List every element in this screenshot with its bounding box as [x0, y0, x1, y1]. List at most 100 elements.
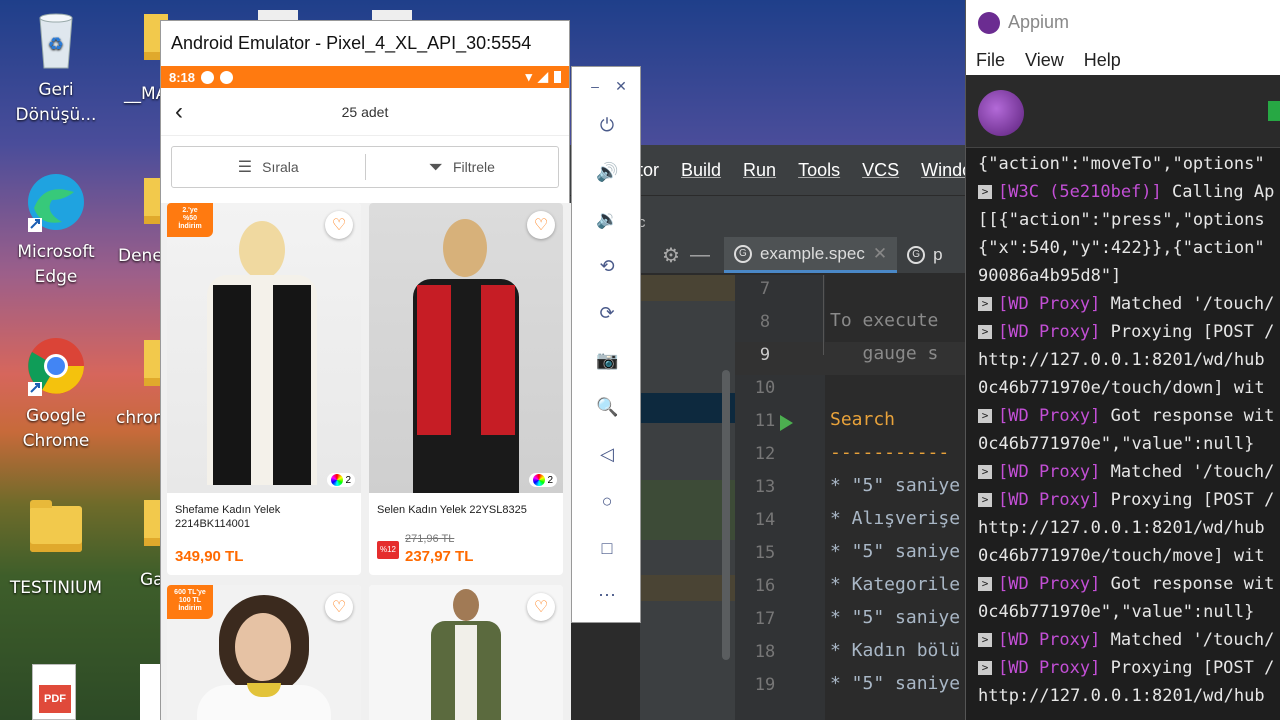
desktop-icon-label[interactable]: Dene [118, 246, 163, 266]
log-tag: [WD Proxy] [998, 406, 1101, 426]
scrollbar[interactable] [722, 370, 730, 660]
terminal-prompt-icon: > [978, 185, 992, 199]
log-text: Matched '/touch/ [1100, 462, 1275, 482]
menu-run[interactable]: Run [743, 160, 776, 181]
code-line[interactable]: * "5" saniye [830, 673, 960, 694]
code-line[interactable]: * Kategorile [830, 574, 960, 595]
filter-button[interactable]: ⏷ Filtrele [366, 157, 559, 178]
promo-badge: 2.'ye %50 İndirim [167, 203, 213, 237]
close-icon[interactable]: ✕ [610, 75, 632, 97]
log-text: 0c46b771970e","value":null} [978, 434, 1255, 454]
menu-help[interactable]: Help [1084, 50, 1121, 71]
tab-example-spec[interactable]: G example.spec ✕ [723, 237, 898, 273]
code-line[interactable]: * Kadın bölü [830, 640, 960, 661]
desktop-icon-label: Google Chrome [22, 406, 90, 451]
edge-icon [24, 170, 88, 234]
tab-label: p [933, 245, 943, 264]
app-bar: ‹ 25 adet [161, 88, 569, 136]
log-text: 90086a4b95d8"] [978, 266, 1122, 286]
terminal-prompt-icon: > [978, 661, 992, 675]
desktop-icon-testinium[interactable]: TESTINIUM [6, 496, 106, 601]
rotate-right-icon[interactable]: ⟳ [596, 302, 618, 324]
pdf-icon[interactable]: PDF [32, 664, 76, 720]
log-tag: [WD Proxy] [998, 490, 1101, 510]
desktop-icon-edge[interactable]: Microsoft Edge [6, 170, 106, 290]
favorite-heart-icon[interactable]: ♡ [527, 211, 555, 239]
product-card[interactable]: 2.'ye %50 İndirim ♡ 2 Shefame Kadın Yele… [167, 203, 361, 575]
desktop-icon-label: Microsoft Edge [17, 242, 95, 287]
log-text: Proxying [POST / [1100, 322, 1275, 342]
list-icon: ☰ [237, 159, 253, 176]
code-line[interactable]: * "5" saniye [830, 607, 960, 628]
log-line: > [WD Proxy] Proxying [POST / [966, 654, 1280, 682]
code-line[interactable]: To execute [830, 310, 949, 331]
sort-button[interactable]: ☰ Sırala [172, 157, 365, 177]
code-line[interactable]: Search [830, 409, 895, 430]
emulator-title: Android Emulator - Pixel_4_XL_API_30:555… [171, 33, 532, 53]
emulator-controls-panel: – ✕ ⏻ 🔊 🔉 ⟲ ⟳ 📷 🔍 ◁ ○ □ ⋯ [571, 66, 641, 623]
log-line: 90086a4b95d8"] [966, 262, 1280, 290]
code-line[interactable]: * "5" saniye [830, 541, 960, 562]
menu-tools[interactable]: Tools [798, 160, 840, 181]
log-line: 0c46b771970e/touch/move] wit [966, 542, 1280, 570]
code-line[interactable]: * "5" saniye [830, 475, 960, 496]
gear-icon[interactable]: ⚙ [662, 243, 680, 268]
back-icon[interactable]: ◁ [596, 443, 618, 465]
log-text: http://127.0.0.1:8201/wd/hub [978, 518, 1265, 538]
menu-file[interactable]: File [976, 50, 1005, 71]
camera-icon[interactable]: 📷 [596, 349, 618, 371]
close-icon[interactable]: ✕ [873, 244, 887, 264]
log-text: Calling Ap [1161, 182, 1275, 202]
zoom-icon[interactable]: 🔍 [596, 396, 618, 418]
project-panel [640, 275, 735, 720]
line-number: 13 [754, 477, 776, 497]
favorite-heart-icon[interactable]: ♡ [325, 593, 353, 621]
log-line: > [W3C (5e210bef)] Calling Ap [966, 178, 1280, 206]
log-tag: [WD Proxy] [998, 462, 1101, 482]
filter-icon: ⏷ [428, 156, 443, 177]
app-notification-icon [220, 70, 234, 84]
product-name: Shefame Kadın Yelek 2214BK114001 [175, 504, 281, 530]
product-card[interactable]: 600 TL'ye 100 TL İndirim ♡ [167, 585, 361, 720]
project-row[interactable] [640, 575, 735, 601]
code-line[interactable]: * Alışverişe [830, 508, 960, 529]
menu-item[interactable]: tor [638, 160, 659, 181]
minimize-icon[interactable]: – [584, 75, 606, 97]
code-line[interactable]: gauge s [830, 343, 939, 364]
project-row[interactable] [640, 480, 735, 540]
android-status-bar: 8:18 ▾ ◢ [161, 66, 569, 88]
menu-view[interactable]: View [1025, 50, 1064, 71]
desktop-icon-chrome[interactable]: Google Chrome [6, 334, 106, 454]
menu-vcs[interactable]: VCS [862, 160, 899, 181]
tab-p[interactable]: G p [897, 237, 952, 273]
power-icon[interactable]: ⏻ [596, 114, 618, 136]
minimize-icon[interactable]: — [690, 244, 710, 267]
more-icon[interactable]: ⋯ [596, 584, 618, 606]
favorite-heart-icon[interactable]: ♡ [527, 593, 555, 621]
project-row[interactable] [640, 275, 735, 301]
folder-icon [24, 500, 88, 570]
product-card[interactable]: ♡ [369, 585, 563, 720]
project-row-selected[interactable] [640, 393, 735, 423]
volume-up-icon[interactable]: 🔊 [596, 161, 618, 183]
favorite-heart-icon[interactable]: ♡ [325, 211, 353, 239]
product-card[interactable]: ♡ 2 Selen Kadın Yelek 22YSL8325 271,96 T… [369, 203, 563, 575]
log-text: {"x":540,"y":422}},{"action" [978, 238, 1265, 258]
appium-menubar: File View Help [966, 45, 1280, 75]
menu-build[interactable]: Build [681, 160, 721, 181]
line-number: 9 [759, 345, 771, 365]
code-line[interactable]: ----------- [830, 442, 949, 463]
spec-file-icon: G [733, 244, 752, 263]
log-line: http://127.0.0.1:8201/wd/hub [966, 346, 1280, 374]
rotate-left-icon[interactable]: ⟲ [596, 255, 618, 277]
log-tag: [WD Proxy] [998, 322, 1101, 342]
volume-down-icon[interactable]: 🔉 [596, 208, 618, 230]
line-number: 19 [754, 675, 776, 695]
run-icon[interactable] [780, 415, 793, 431]
desktop-icon-recycle-bin[interactable]: ♻ Geri Dönüşü... [6, 8, 106, 128]
log-text: 0c46b771970e/touch/move] wit [978, 546, 1265, 566]
overview-icon[interactable]: □ [596, 537, 618, 559]
home-icon[interactable]: ○ [596, 490, 618, 512]
product-grid: 2.'ye %50 İndirim ♡ 2 Shefame Kadın Yele… [161, 203, 571, 720]
appium-titlebar: Appium [966, 0, 1280, 45]
